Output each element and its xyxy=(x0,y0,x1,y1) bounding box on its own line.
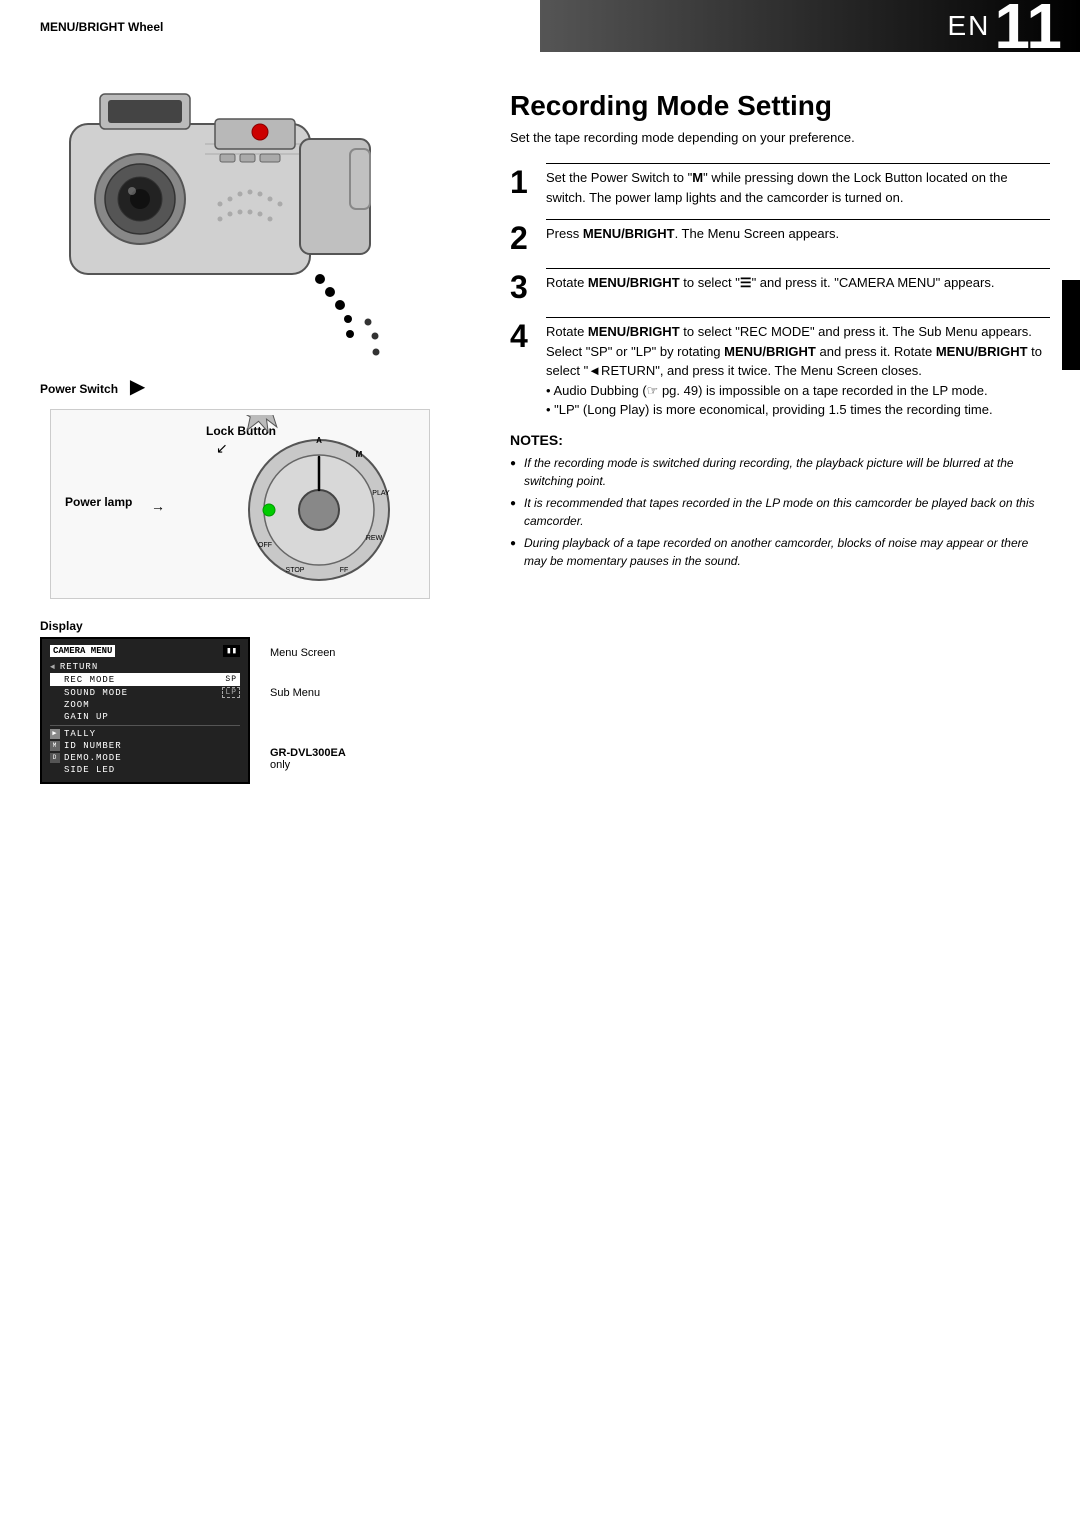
menu-item-side-led: SIDE LED xyxy=(50,764,240,776)
svg-text:STOP: STOP xyxy=(286,567,305,574)
menu-bright-label: MENU/BRIGHT Wheel xyxy=(40,20,480,34)
svg-text:FF: FF xyxy=(340,567,349,574)
step-3: 3 Rotate MENU/BRIGHT to select "☰" and p… xyxy=(510,268,1050,305)
menu-screen-label: Menu Screen xyxy=(270,647,346,659)
camcorder-diagram xyxy=(30,64,470,404)
step-2-content: Press MENU/BRIGHT. The Menu Screen appea… xyxy=(546,219,1050,244)
display-section: Display CAMERA MENU ▮▮ ◄ RETURN REC MODE… xyxy=(30,619,470,784)
svg-text:A: A xyxy=(316,436,322,445)
step-4: 4 Rotate MENU/BRIGHT to select "REC MODE… xyxy=(510,317,1050,420)
header-bar: EN 11 xyxy=(540,0,1080,52)
note-3: During playback of a tape recorded on an… xyxy=(510,534,1050,570)
menu-item-rec-mode: REC MODE SP xyxy=(50,673,240,686)
dial-svg: A M PLAY REW FF STOP OFF xyxy=(219,415,419,585)
step-2-num: 2 xyxy=(510,219,546,256)
power-switch-diagram: Lock Button ↙ Power lamp → A M PLAY REW … xyxy=(50,409,430,599)
menu-item-sound-mode: SOUND MODE LP xyxy=(50,686,240,699)
svg-text:M: M xyxy=(356,450,363,459)
menu-item-gain-up: GAIN UP xyxy=(50,711,240,723)
step-1-content: Set the Power Switch to "M" while pressi… xyxy=(546,163,1050,207)
svg-text:REW: REW xyxy=(366,535,383,542)
svg-text:OFF: OFF xyxy=(258,542,272,549)
menu-item-return: ◄ RETURN xyxy=(50,661,240,673)
camera-menu-screen: CAMERA MENU ▮▮ ◄ RETURN REC MODE SP SOUN… xyxy=(40,637,250,784)
step-3-num: 3 xyxy=(510,268,546,305)
notes-section: NOTES: If the recording mode is switched… xyxy=(510,432,1050,570)
sub-menu-label: Sub Menu xyxy=(270,687,346,699)
step-2: 2 Press MENU/BRIGHT. The Menu Screen app… xyxy=(510,219,1050,256)
left-column: MENU/BRIGHT Wheel xyxy=(0,0,490,804)
power-lamp-label: Power lamp xyxy=(65,495,132,509)
note-2: It is recommended that tapes recorded in… xyxy=(510,494,1050,530)
right-column: Recording Mode Setting Set the tape reco… xyxy=(490,60,1080,594)
model-suffix: only xyxy=(270,759,346,771)
display-label: Display xyxy=(40,619,470,633)
step-1-num: 1 xyxy=(510,163,546,200)
menu-item-zoom: ZOOM xyxy=(50,699,240,711)
step-4-content: Rotate MENU/BRIGHT to select "REC MODE" … xyxy=(546,317,1050,420)
model-label-group: GR-DVL300EA only xyxy=(270,747,346,771)
display-area: CAMERA MENU ▮▮ ◄ RETURN REC MODE SP SOUN… xyxy=(40,637,470,784)
page-subtitle: Set the tape recording mode depending on… xyxy=(510,130,1050,145)
menu-item-tally: ▶ TALLY xyxy=(50,728,240,740)
en-label: EN xyxy=(947,10,990,42)
menu-item-demo-mode: D DEMO.MODE xyxy=(50,752,240,764)
power-switch-label: Power Switch xyxy=(40,382,118,396)
page-number: 11 xyxy=(994,0,1062,58)
steps-container: 1 Set the Power Switch to "M" while pres… xyxy=(510,163,1050,420)
menu-item-id-number: M ID NUMBER xyxy=(50,740,240,752)
power-switch-section: Power Switch ▶ xyxy=(40,374,470,399)
page-title: Recording Mode Setting xyxy=(510,90,1050,122)
display-side-labels: Menu Screen Sub Menu GR-DVL300EA only xyxy=(270,637,346,771)
note-1: If the recording mode is switched during… xyxy=(510,454,1050,490)
step-3-content: Rotate MENU/BRIGHT to select "☰" and pre… xyxy=(546,268,1050,293)
notes-list: If the recording mode is switched during… xyxy=(510,454,1050,570)
model-label: GR-DVL300EA xyxy=(270,747,346,759)
step-1: 1 Set the Power Switch to "M" while pres… xyxy=(510,163,1050,207)
svg-text:PLAY: PLAY xyxy=(372,490,390,497)
notes-title: NOTES: xyxy=(510,432,1050,448)
step-4-num: 4 xyxy=(510,317,546,354)
camcorder-svg xyxy=(30,64,450,364)
